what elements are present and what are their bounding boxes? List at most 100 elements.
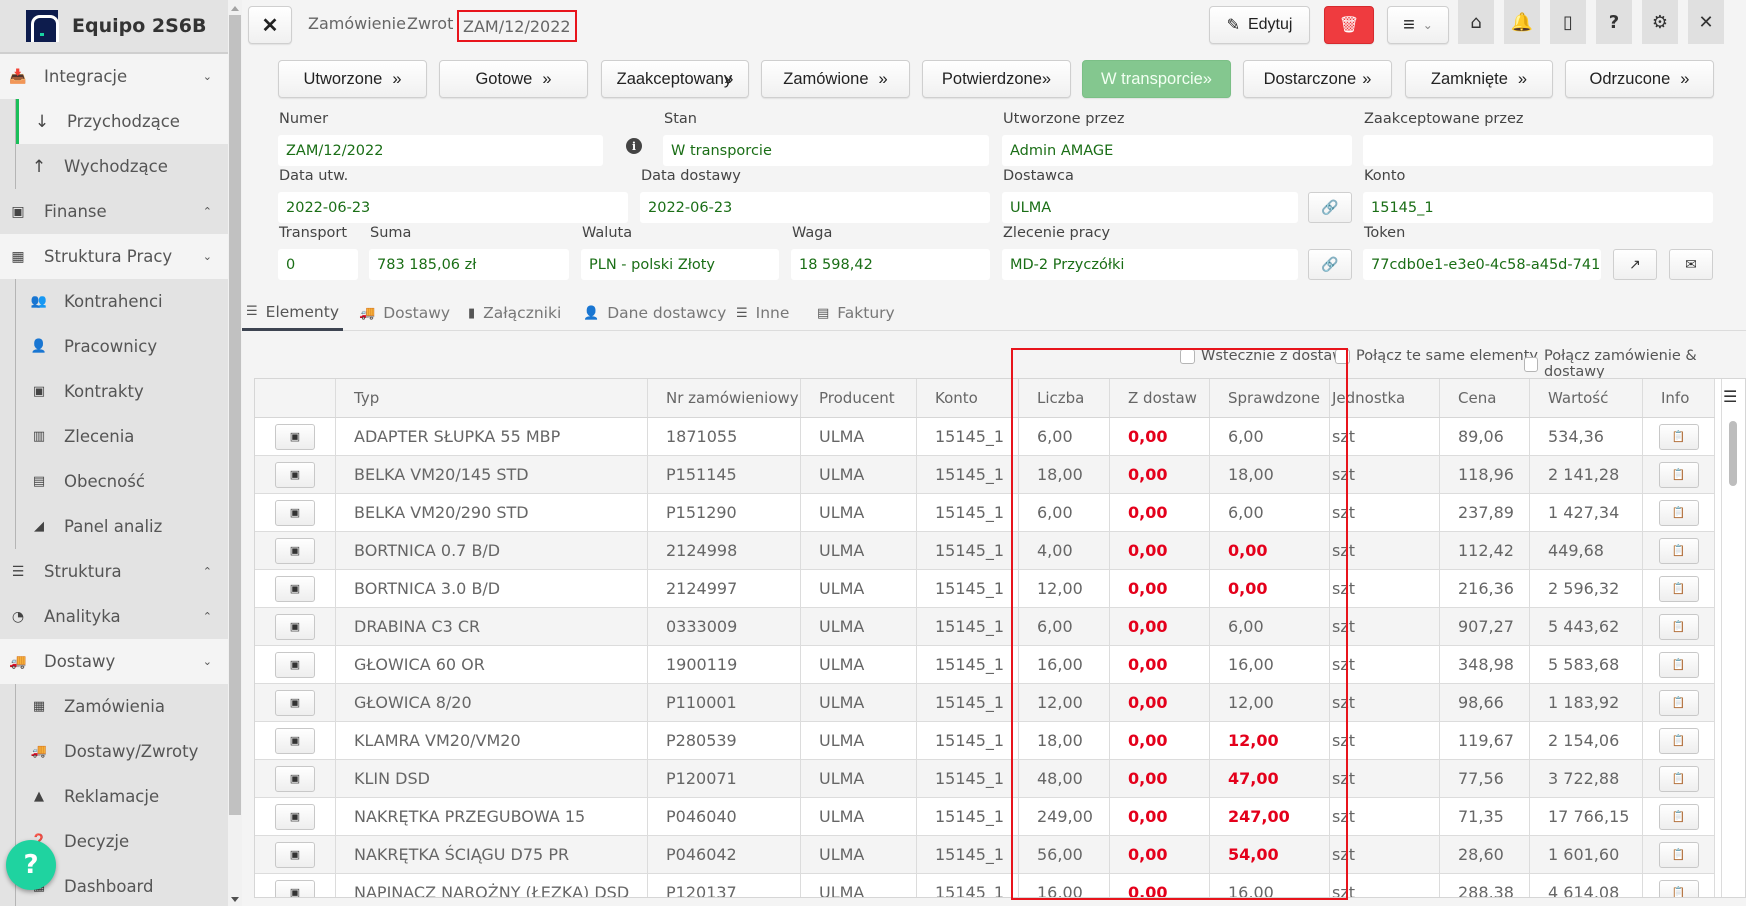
info-button[interactable]: 📋: [1658, 727, 1699, 754]
info-button[interactable]: 📋: [1658, 879, 1699, 897]
scroll-down-icon[interactable]: [231, 897, 239, 902]
info-button[interactable]: 📋: [1658, 499, 1699, 526]
image-preview-button[interactable]: ▣: [275, 841, 315, 868]
tab-inne[interactable]: ☰ Inne: [732, 295, 793, 331]
table-row[interactable]: ▣ KLIN DSD P120071 ULMA 15145_1 48,00 0,00 47,0…: [255, 760, 1715, 798]
tab-dane-dostawcy[interactable]: 👤 Dane dostawcy: [579, 295, 730, 331]
image-preview-button[interactable]: ▣: [275, 803, 315, 830]
data-utw-field[interactable]: 2022-06-23: [278, 192, 628, 223]
waluta-field[interactable]: PLN - polski Złoty: [581, 249, 779, 280]
image-preview-button[interactable]: ▣: [275, 727, 315, 754]
column-header-liczba[interactable]: Liczba: [1019, 379, 1110, 417]
image-preview-button[interactable]: ▣: [275, 423, 315, 450]
zaakceptowane-przez-field[interactable]: [1363, 135, 1713, 166]
delete-button[interactable]: 🗑: [1324, 6, 1374, 44]
image-preview-button[interactable]: ▣: [275, 613, 315, 640]
numer-field[interactable]: ZAM/12/2022: [278, 135, 603, 166]
tab-dostawy[interactable]: 🚚 Dostawy: [355, 295, 454, 331]
sidebar-item-kontrakty[interactable]: ▣ Kontrakty: [0, 369, 228, 414]
info-button[interactable]: 📋: [1658, 841, 1699, 868]
image-preview-button[interactable]: ▣: [275, 499, 315, 526]
konto-field[interactable]: 15145_1: [1363, 192, 1713, 223]
mobile-button[interactable]: ▯: [1550, 0, 1586, 44]
image-preview-button[interactable]: ▣: [275, 575, 315, 602]
brand[interactable]: Equipo 2S6B: [0, 0, 228, 54]
column-header-producent[interactable]: Producent: [801, 379, 917, 417]
table-row[interactable]: ▣ BORTNICA 3.0 B/D 2124997 ULMA 15145_1 12,00…: [255, 570, 1715, 608]
image-preview-button[interactable]: ▣: [275, 651, 315, 678]
scrollbar-thumb[interactable]: [229, 15, 241, 815]
home-button[interactable]: ⌂: [1458, 0, 1494, 44]
info-button[interactable]: 📋: [1658, 689, 1699, 716]
column-header-typ[interactable]: Typ: [336, 379, 648, 417]
zlecenie-link-button[interactable]: 🔗: [1308, 249, 1352, 280]
sidebar-group-finanse[interactable]: ▣ Finanse ⌃: [0, 189, 228, 234]
table-row[interactable]: ▣ KLAMRA VM20/VM20 P280539 ULMA 15145_1 18,00…: [255, 722, 1715, 760]
image-preview-button[interactable]: ▣: [275, 879, 315, 897]
breadcrumb-zwrot[interactable]: Zwrot: [407, 14, 453, 33]
sidebar-item-zlecenia[interactable]: ▥ Zlecenia: [0, 414, 228, 459]
table-row[interactable]: ▣ BELKA VM20/290 STD P151290 ULMA 15145_1 6,0…: [255, 494, 1715, 532]
status-zaakceptowany-button[interactable]: Zaakceptowany»: [601, 60, 749, 98]
option-polacz-zamowienie-dostawy[interactable]: Połącz zamówienie & dostawy: [1524, 348, 1746, 380]
info-button[interactable]: 📋: [1658, 803, 1699, 830]
column-header-wartosc[interactable]: Wartość: [1530, 379, 1643, 417]
close-app-button[interactable]: ✕: [1688, 0, 1724, 44]
utworzone-przez-field[interactable]: Admin AMAGE: [1002, 135, 1352, 166]
image-preview-button[interactable]: ▣: [275, 765, 315, 792]
waga-field[interactable]: 18 598,42: [791, 249, 990, 280]
help-button[interactable]: ?: [6, 840, 56, 890]
edit-button[interactable]: ✎ Edytuj: [1209, 6, 1310, 44]
sidebar-item-przychodzace[interactable]: ↓ Przychodzące: [16, 99, 228, 144]
table-row[interactable]: ▣ NAPINACZ NAROŻNY (ŁEZKA) DSD P120137 ULMA…: [255, 874, 1715, 897]
status-potwierdzone-button[interactable]: Potwierdzone»: [922, 60, 1071, 98]
help-top-button[interactable]: ?: [1596, 0, 1632, 44]
sidebar-group-dostawy[interactable]: 🚚 Dostawy ⌄: [0, 639, 228, 684]
sidebar-item-kontrahenci[interactable]: 👥 Kontrahenci: [0, 279, 228, 324]
image-preview-button[interactable]: ▣: [275, 461, 315, 488]
info-button[interactable]: 📋: [1658, 613, 1699, 640]
sidebar-item-dostawy-zwroty[interactable]: 🚚 Dostawy/Zwroty: [0, 729, 228, 774]
checkbox[interactable]: [1524, 356, 1539, 372]
breadcrumb-zamowienie[interactable]: Zamówienie: [308, 14, 406, 33]
dostawca-field[interactable]: ULMA: [1002, 192, 1298, 223]
sidebar-item-zamowienia[interactable]: ▦ Zamówienia: [0, 684, 228, 729]
info-icon[interactable]: i: [626, 138, 642, 154]
table-scrollbar[interactable]: [1721, 379, 1745, 897]
suma-field[interactable]: 783 185,06 zł: [369, 249, 569, 280]
actions-menu-button[interactable]: ≡ ⌄: [1387, 6, 1449, 44]
option-wstecznie-z-dostaw[interactable]: Wstecznie z dostaw: [1180, 348, 1344, 364]
table-row[interactable]: ▣ NAKRĘTKA PRZEGUBOWA 15 P046040 ULMA 15145_…: [255, 798, 1715, 836]
table-row[interactable]: ▣ DRABINA C3 CR 0333009 ULMA 15145_1 6,00 0,00…: [255, 608, 1715, 646]
notifications-button[interactable]: 🔔: [1504, 0, 1540, 44]
column-header-nr-zamowieniowy[interactable]: Nr zamówieniowy: [648, 379, 801, 417]
table-row[interactable]: ▣ BELKA VM20/145 STD P151145 ULMA 15145_1 18,…: [255, 456, 1715, 494]
sidebar-group-analityka[interactable]: ◔ Analityka ⌃: [0, 594, 228, 639]
table-row[interactable]: ▣ ADAPTER SŁUPKA 55 MBP 1871055 ULMA 15145_1…: [255, 418, 1715, 456]
table-row[interactable]: ▣ BORTNICA 0.7 B/D 2124998 ULMA 15145_1 4,00 0…: [255, 532, 1715, 570]
info-button[interactable]: 📋: [1658, 765, 1699, 792]
scrollbar-thumb[interactable]: [1729, 421, 1737, 486]
transport-field[interactable]: 0: [278, 249, 358, 280]
status-utworzone-button[interactable]: Utworzone »: [278, 60, 427, 98]
dostawca-link-button[interactable]: 🔗: [1308, 192, 1352, 223]
sidebar-item-obecnosc[interactable]: ▤ Obecność: [0, 459, 228, 504]
data-dostawy-field[interactable]: 2022-06-23: [640, 192, 990, 223]
column-header-info[interactable]: Info: [1643, 379, 1715, 417]
column-header-konto[interactable]: Konto: [917, 379, 1019, 417]
status-w-transporcie-button[interactable]: W transporcie»: [1082, 60, 1231, 98]
sidebar-item-panel-analiz[interactable]: ◢ Panel analiz: [0, 504, 228, 549]
info-button[interactable]: 📋: [1658, 461, 1699, 488]
sidebar-item-reklamacje[interactable]: ▲ Reklamacje: [0, 774, 228, 819]
column-header-cena[interactable]: Cena: [1440, 379, 1530, 417]
sidebar-group-integracje[interactable]: 📥 Integracje ⌄: [0, 54, 228, 99]
sidebar-group-struktura-pracy[interactable]: ▦ Struktura Pracy ⌄: [0, 234, 228, 279]
status-zamkniete-button[interactable]: Zamknięte »: [1405, 60, 1553, 98]
column-header-z-dostaw[interactable]: Z dostaw: [1110, 379, 1210, 417]
status-zamowione-button[interactable]: Zamówione »: [761, 60, 910, 98]
status-dostarczone-button[interactable]: Dostarczone »: [1243, 60, 1392, 98]
close-document-button[interactable]: ✕: [248, 6, 292, 44]
zlecenie-pracy-field[interactable]: MD-2 Przyczółki: [1002, 249, 1298, 280]
info-button[interactable]: 📋: [1658, 651, 1699, 678]
info-button[interactable]: 📋: [1658, 423, 1699, 450]
